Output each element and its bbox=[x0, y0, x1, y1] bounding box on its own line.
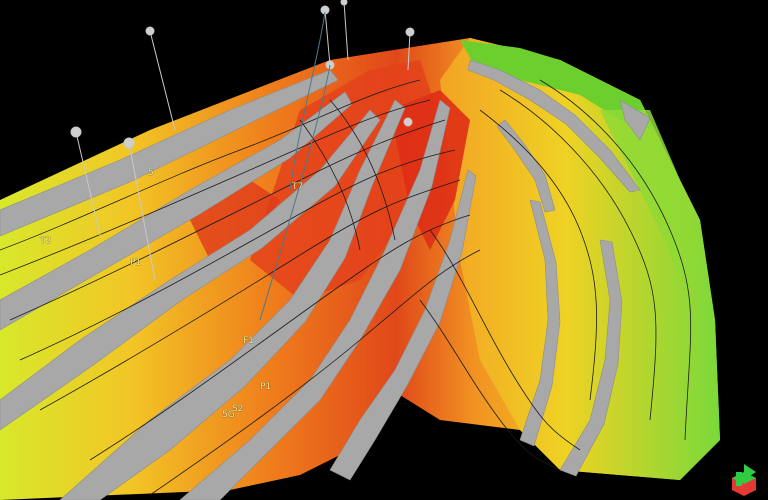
well-head[interactable] bbox=[403, 117, 413, 127]
well-head[interactable] bbox=[123, 137, 135, 149]
well-head[interactable] bbox=[70, 126, 82, 138]
well-head[interactable] bbox=[405, 27, 415, 37]
well-trajectory bbox=[324, 9, 331, 66]
annotation-label: 5 bbox=[148, 168, 154, 178]
well-trajectory bbox=[149, 30, 176, 131]
orientation-gizmo-icon[interactable] bbox=[726, 460, 762, 496]
well-head[interactable] bbox=[145, 26, 155, 36]
well-head[interactable] bbox=[340, 0, 348, 6]
3d-viewport[interactable] bbox=[0, 0, 768, 500]
annotation-label: P1 bbox=[130, 258, 142, 268]
annotation-label: T2 bbox=[40, 236, 52, 246]
well-trajectory bbox=[343, 1, 349, 61]
annotation-label: 5G bbox=[222, 410, 235, 420]
annotation-label: P1 bbox=[260, 382, 272, 392]
annotation-label: T7 bbox=[292, 182, 304, 192]
annotation-label: F1 bbox=[243, 336, 254, 346]
